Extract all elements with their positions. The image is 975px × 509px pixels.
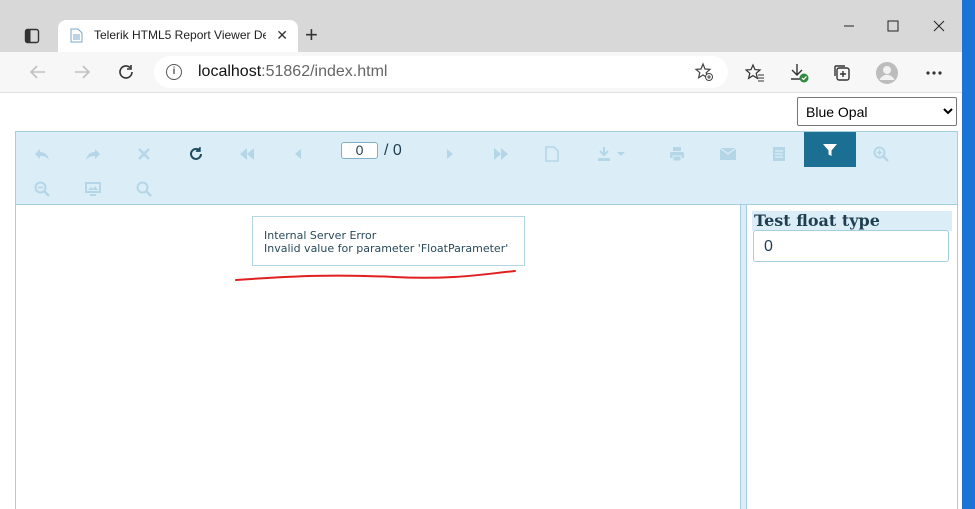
minimize-icon[interactable] <box>826 14 872 38</box>
downloads-icon[interactable] <box>786 60 812 86</box>
send-mail-icon[interactable] <box>715 141 741 167</box>
document-map-icon[interactable] <box>539 141 565 167</box>
title-bar: Telerik HTML5 Report Viewer De ✕ + <box>0 0 962 52</box>
filter-icon[interactable] <box>804 132 856 167</box>
favorites-icon[interactable] <box>742 60 768 86</box>
collections-icon[interactable] <box>829 60 855 86</box>
url-text: localhost:51862/index.html <box>198 63 387 81</box>
current-page-input[interactable]: 0 <box>341 142 378 159</box>
forward-icon[interactable] <box>80 141 106 167</box>
more-options-icon[interactable] <box>921 60 947 86</box>
error-line-2: Invalid value for parameter 'FloatParame… <box>264 242 509 255</box>
refresh-icon[interactable] <box>183 141 209 167</box>
url-path: :51862/index.html <box>261 63 388 80</box>
browser-tab[interactable]: Telerik HTML5 Report Viewer De ✕ <box>58 20 298 52</box>
page-content: Blue Opal 0 / 0 Internal Server Error In… <box>0 93 962 509</box>
back-arrow-icon[interactable] <box>26 60 50 84</box>
forward-arrow-icon[interactable] <box>70 60 94 84</box>
add-favorite-icon[interactable] <box>694 62 714 82</box>
parameter-label: Test float type <box>752 211 952 231</box>
theme-select[interactable]: Blue Opal <box>797 97 957 126</box>
previous-page-icon[interactable] <box>285 141 311 167</box>
report-viewer: 0 / 0 Internal Server Error Invalid valu… <box>15 131 958 509</box>
close-window-icon[interactable] <box>916 14 962 38</box>
error-message-box: Internal Server Error Invalid value for … <box>252 216 525 266</box>
print-preview-icon[interactable] <box>766 141 792 167</box>
document-icon <box>70 28 83 43</box>
float-parameter-input[interactable]: 0 <box>753 230 949 262</box>
new-tab-button[interactable]: + <box>305 24 318 46</box>
reload-icon[interactable] <box>114 60 138 84</box>
address-bar: i localhost:51862/index.html <box>0 52 962 93</box>
zoom-out-icon[interactable] <box>29 176 55 202</box>
url-host: localhost <box>198 63 262 80</box>
search-icon[interactable] <box>131 176 157 202</box>
back-icon[interactable] <box>29 141 55 167</box>
red-underline-annotation <box>235 270 516 281</box>
panel-splitter[interactable] <box>740 205 747 509</box>
toggle-view-icon[interactable] <box>80 176 106 202</box>
parameters-area: Test float type 0 <box>747 205 957 509</box>
close-tab-icon[interactable]: ✕ <box>276 27 288 44</box>
error-line-1: Internal Server Error <box>264 229 377 242</box>
last-page-icon[interactable] <box>488 141 514 167</box>
print-icon[interactable] <box>664 141 690 167</box>
first-page-icon[interactable] <box>234 141 260 167</box>
page-count: / 0 <box>384 142 402 159</box>
zoom-in-icon[interactable] <box>868 141 894 167</box>
maximize-icon[interactable] <box>870 14 916 38</box>
next-page-icon[interactable] <box>437 141 463 167</box>
browser-window: Telerik HTML5 Report Viewer De ✕ + i loc… <box>0 0 962 509</box>
stop-icon[interactable] <box>131 141 157 167</box>
report-content-area: Internal Server Error Invalid value for … <box>16 205 740 509</box>
site-info-icon[interactable]: i <box>166 64 182 80</box>
export-icon[interactable] <box>592 141 632 167</box>
tab-actions-icon[interactable] <box>20 24 44 48</box>
url-field[interactable]: i localhost:51862/index.html <box>154 56 728 88</box>
tab-title: Telerik HTML5 Report Viewer De <box>94 28 266 42</box>
profile-avatar-icon[interactable] <box>874 60 900 86</box>
error-message: Internal Server Error Invalid value for … <box>264 229 508 255</box>
viewer-toolbar: 0 / 0 <box>16 132 957 205</box>
